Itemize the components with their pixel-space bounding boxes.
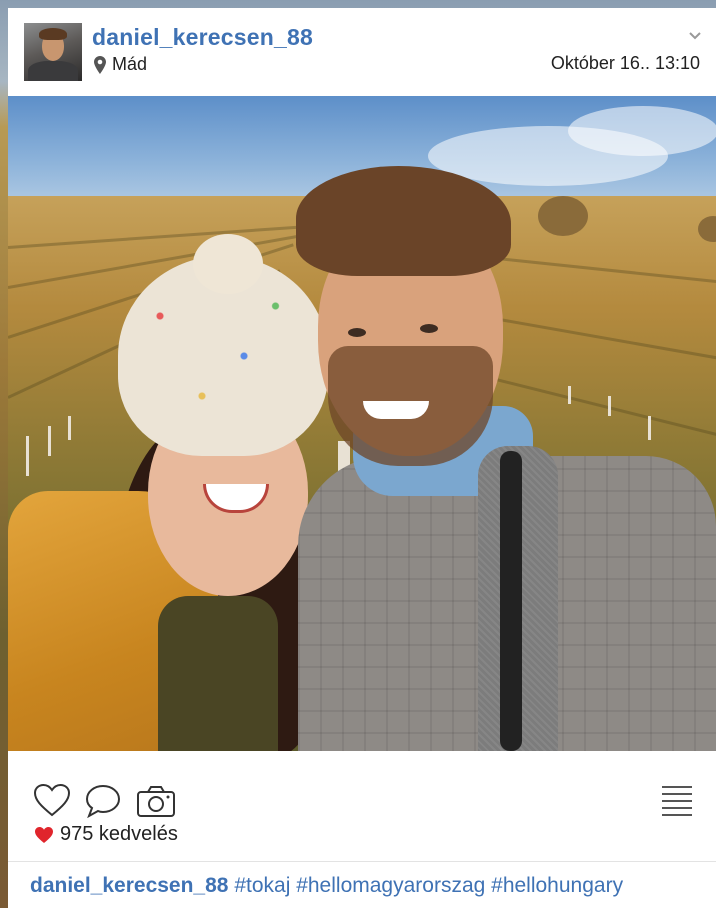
post-caption: daniel_kerecsen_88 #tokaj #hellomagyaror…: [30, 874, 623, 898]
chevron-down-icon[interactable]: [688, 30, 702, 42]
post-timestamp: Október 16.. 13:10: [550, 53, 700, 73]
post-card: daniel_kerecsen_88 Mád Október 16.. 13:1…: [8, 8, 716, 908]
post-location[interactable]: Mád: [94, 54, 147, 75]
heart-outline-icon[interactable]: [33, 783, 71, 817]
caption-username[interactable]: daniel_kerecsen_88: [30, 874, 228, 897]
caption-hashtags[interactable]: #tokaj #hellomagyarorszag #hellohungary: [234, 874, 623, 897]
location-label: Mád: [112, 54, 148, 74]
map-pin-icon: [94, 55, 106, 74]
heart-filled-icon: [35, 826, 53, 843]
divider: [8, 861, 716, 862]
post-header: daniel_kerecsen_88 Mád Október 16.. 13:1…: [8, 8, 716, 96]
likes-label: 975 kedvelés: [60, 823, 178, 845]
post-username[interactable]: daniel_kerecsen_88: [92, 24, 313, 51]
likes-count[interactable]: 975 kedvelés: [34, 823, 178, 846]
post-photo[interactable]: [8, 96, 716, 751]
speech-bubble-icon[interactable]: [85, 784, 121, 818]
camera-icon[interactable]: [136, 784, 176, 818]
avatar[interactable]: [24, 23, 82, 81]
hamburger-menu-icon[interactable]: [660, 783, 694, 817]
